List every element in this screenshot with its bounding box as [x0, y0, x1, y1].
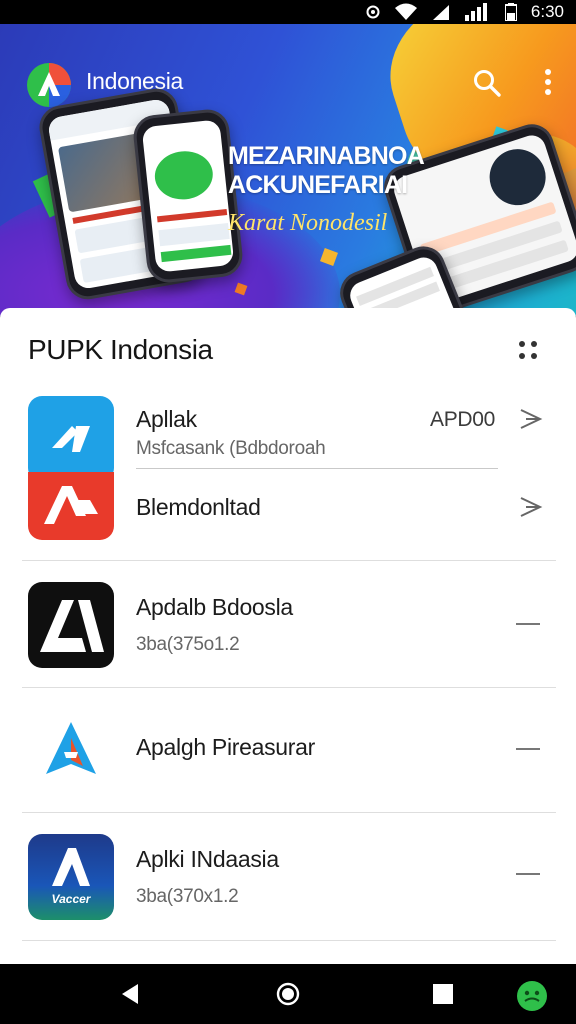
home-icon[interactable] — [276, 982, 300, 1006]
hero-headline: MEZARINABNOA ACKUNEFARIAI — [228, 142, 458, 200]
forward-arrow-icon[interactable] — [518, 494, 544, 520]
assistant-icon[interactable] — [516, 980, 548, 1012]
collapse-icon[interactable] — [516, 623, 540, 625]
app-icon-text: Vaccer — [51, 892, 91, 906]
status-bar: 6:30 — [0, 0, 576, 24]
system-nav-bar — [0, 964, 576, 1024]
red-a-app-icon — [28, 472, 114, 540]
blue-arrow-app-icon — [28, 396, 114, 482]
list-item[interactable]: Apllak Msfcasank (Bdbdoroah APD00 — [0, 396, 576, 482]
no-signal-icon — [432, 5, 449, 20]
app-list-panel: PUPK Indonsia Apllak Msfcasank (Bdbdoroa… — [0, 308, 576, 964]
app-subtitle: 3ba(375o1.2 — [136, 634, 240, 655]
hero-tagline: Karat Nonodesil — [228, 210, 388, 236]
search-icon[interactable] — [472, 68, 502, 98]
app-logo-icon — [27, 63, 71, 107]
app-badge: APD00 — [430, 408, 496, 431]
hero-headline-line2: ACKUNEFARIAI — [228, 171, 408, 199]
recents-icon[interactable] — [431, 982, 455, 1006]
back-icon[interactable] — [118, 982, 142, 1006]
wifi-icon — [394, 3, 417, 20]
app-subtitle: Msfcasank (Bdbdoroah — [136, 438, 326, 459]
status-time: 6:30 — [530, 2, 564, 21]
collapse-icon[interactable] — [516, 873, 540, 875]
app-name: Apdalb Bdoosla — [136, 594, 293, 620]
location-icon — [366, 5, 380, 19]
blue-compass-a-icon — [28, 708, 114, 794]
collapse-icon[interactable] — [516, 748, 540, 750]
app-title: Indonesia — [86, 68, 184, 94]
app-name: Apllak — [136, 406, 197, 432]
list-item[interactable]: Apalgh Pireasurar — [0, 708, 576, 816]
navy-a-app-icon: Vaccer — [28, 834, 114, 920]
app-subtitle: 3ba(370x1.2 — [136, 886, 239, 907]
battery-icon — [504, 3, 517, 21]
hero-banner: Indonesia MEZARINABNOA ACKUNEFARIAI Kara… — [0, 24, 576, 316]
black-a-app-icon — [28, 582, 114, 668]
cell-signal-icon — [464, 3, 487, 21]
list-item[interactable]: Vaccer Aplki INdaasia 3ba(370x1.2 — [0, 832, 576, 942]
more-vert-icon[interactable] — [538, 66, 558, 98]
hero-headline-line1: MEZARINABNOA — [228, 142, 425, 170]
grid-view-icon[interactable] — [516, 338, 540, 362]
list-item[interactable]: Blemdonltad — [0, 472, 576, 562]
forward-arrow-icon[interactable] — [518, 406, 544, 432]
list-item[interactable]: Apdalb Bdoosla 3ba(375o1.2 — [0, 580, 576, 690]
app-name: Blemdonltad — [136, 494, 261, 520]
section-title: PUPK Indonsia — [28, 334, 213, 365]
app-name: Aplki INdaasia — [136, 846, 279, 872]
app-name: Apalgh Pireasurar — [136, 734, 316, 760]
